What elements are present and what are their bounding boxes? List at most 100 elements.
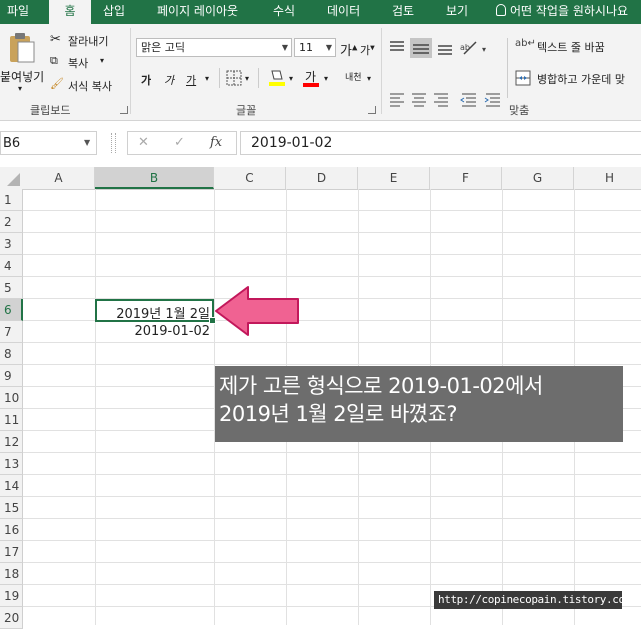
column-header-h[interactable]: H [574, 167, 641, 189]
column-header-b[interactable]: B [95, 167, 214, 189]
paste-button[interactable]: 붙여넣기 ▾ [0, 28, 44, 98]
row-header[interactable]: 2 [0, 211, 23, 233]
grow-font-button[interactable]: 가▲ [340, 40, 357, 59]
tab-formulas[interactable]: 수식 [273, 0, 295, 24]
select-all-button[interactable] [0, 167, 23, 189]
divider [258, 68, 259, 88]
column-header-row: A B C D E F G H [0, 167, 641, 190]
row-header[interactable]: 7 [0, 321, 23, 343]
formula-input-value: 2019-01-02 [251, 135, 333, 151]
font-color-button[interactable]: 가 [302, 68, 320, 88]
font-size-select[interactable]: 11 ▼ [294, 38, 336, 57]
tab-view[interactable]: 보기 [446, 0, 468, 24]
borders-icon[interactable] [226, 70, 242, 86]
row-header[interactable]: 9 [0, 365, 23, 387]
watermark: http://copinecopain.tistory.com [434, 591, 631, 609]
chevron-down-icon: ▾ [18, 84, 23, 93]
row-header[interactable]: 15 [0, 497, 23, 519]
alignment-group-label: 맞춤 [509, 104, 530, 117]
clipboard-group-label: 클립보드 [30, 104, 71, 117]
orientation-icon[interactable]: ab [460, 41, 477, 55]
top-align-icon[interactable] [390, 41, 404, 51]
bottom-align-icon[interactable] [438, 45, 452, 55]
align-center-icon[interactable] [412, 93, 426, 107]
row-header[interactable]: 20 [0, 607, 23, 629]
annotation-box: 제가 고른 형식으로 2019-01-02에서 2019년 1월 2일로 바꼈죠… [215, 366, 623, 442]
row-header[interactable]: 14 [0, 475, 23, 497]
vertical-align-buttons: ab ▾ [390, 38, 486, 58]
ribbon: 붙여넣기 ▾ ✂ 잘라내기 ⧉ 복사 ▾ 🖌 서식 복사 클립보드 맑은 고딕 … [0, 24, 641, 121]
row-header[interactable]: 12 [0, 431, 23, 453]
row-header[interactable]: 1 [0, 189, 23, 211]
tab-data[interactable]: 데이터 [327, 0, 360, 24]
decrease-indent-icon[interactable] [460, 93, 476, 107]
text-align-icons [390, 93, 500, 107]
insert-function-icon[interactable]: fx [210, 135, 222, 150]
chevron-down-icon: ▼ [281, 43, 288, 52]
chevron-down-icon[interactable]: ▾ [324, 74, 328, 83]
divider [507, 38, 508, 98]
row-header-selected[interactable]: 6 [0, 299, 23, 321]
enter-icon[interactable]: ✓ [174, 135, 185, 150]
name-box[interactable]: B6 ▼ [0, 131, 97, 155]
column-header-c[interactable]: C [214, 167, 286, 189]
paintbrush-icon: 🖌 [50, 77, 64, 90]
cancel-icon[interactable]: ✕ [138, 135, 149, 150]
splitter-handle[interactable] [111, 133, 116, 153]
italic-button[interactable]: 가 [164, 72, 174, 88]
chevron-down-icon[interactable]: ▾ [367, 74, 371, 83]
phonetic-guide-button[interactable]: 내천 [345, 70, 362, 83]
tab-insert[interactable]: 삽입 [103, 0, 125, 24]
row-header[interactable]: 19 [0, 585, 23, 607]
row-header[interactable]: 13 [0, 453, 23, 475]
formula-input[interactable]: 2019-01-02 [240, 131, 641, 155]
formula-bar-area: B6 ▼ ✕ ✓ fx 2019-01-02 [0, 121, 641, 167]
font-name-select[interactable]: 맑은 고딕 ▼ [136, 38, 292, 57]
watermark-text: http://copinecopain.tistory.com [438, 593, 631, 606]
cell-b7[interactable]: 2019-01-02 [95, 322, 214, 343]
active-cell-b6[interactable]: 2019년 1월 2일 [95, 299, 216, 324]
font-group-label: 글꼴 [236, 104, 257, 117]
divider [219, 68, 220, 88]
column-header-g[interactable]: G [502, 167, 574, 189]
tab-file[interactable]: 파일 [7, 0, 29, 24]
row-header[interactable]: 11 [0, 409, 23, 431]
tab-review[interactable]: 검토 [392, 0, 414, 24]
bold-button[interactable]: 가 [141, 72, 151, 88]
annotation-line-2: 2019년 1월 2일로 바꼈죠? [219, 402, 458, 426]
align-left-icon[interactable] [390, 93, 404, 107]
column-header-a[interactable]: A [23, 167, 95, 189]
scissors-icon: ✂ [50, 32, 61, 47]
increase-indent-icon[interactable] [484, 93, 500, 107]
chevron-down-icon[interactable]: ▾ [245, 74, 249, 83]
row-header[interactable]: 5 [0, 277, 23, 299]
column-header-f[interactable]: F [430, 167, 502, 189]
clipboard-launcher-icon[interactable] [120, 106, 128, 114]
cell-b7-value: 2019-01-02 [134, 324, 210, 339]
row-header[interactable]: 8 [0, 343, 23, 365]
column-header-d[interactable]: D [286, 167, 358, 189]
row-header[interactable]: 17 [0, 541, 23, 563]
group-divider [381, 28, 382, 114]
font-launcher-icon[interactable] [368, 106, 376, 114]
column-header-e[interactable]: E [358, 167, 430, 189]
tab-page-layout[interactable]: 페이지 레이아웃 [157, 0, 238, 24]
row-header[interactable]: 4 [0, 255, 23, 277]
chevron-down-icon: ▼ [84, 138, 91, 147]
row-header[interactable]: 18 [0, 563, 23, 585]
tab-home[interactable]: 홈 [49, 0, 91, 26]
svg-text:ab: ab [460, 43, 470, 52]
chevron-down-icon[interactable]: ▾ [205, 74, 209, 83]
formula-buttons: ✕ ✓ fx [127, 131, 237, 155]
row-header[interactable]: 3 [0, 233, 23, 255]
fill-color-icon[interactable] [268, 68, 286, 88]
shrink-font-button[interactable]: 가▼ [360, 42, 375, 58]
row-header[interactable]: 16 [0, 519, 23, 541]
grow-font-glyph: 가 [340, 44, 352, 59]
wrap-text-label: 텍스트 줄 바꿈 [537, 41, 605, 54]
align-right-icon[interactable] [434, 93, 448, 107]
tell-me-box[interactable]: 어떤 작업을 원하시나요 [496, 0, 628, 24]
row-header[interactable]: 10 [0, 387, 23, 409]
underline-button[interactable]: 가 [186, 72, 196, 88]
chevron-down-icon[interactable]: ▾ [289, 74, 293, 83]
